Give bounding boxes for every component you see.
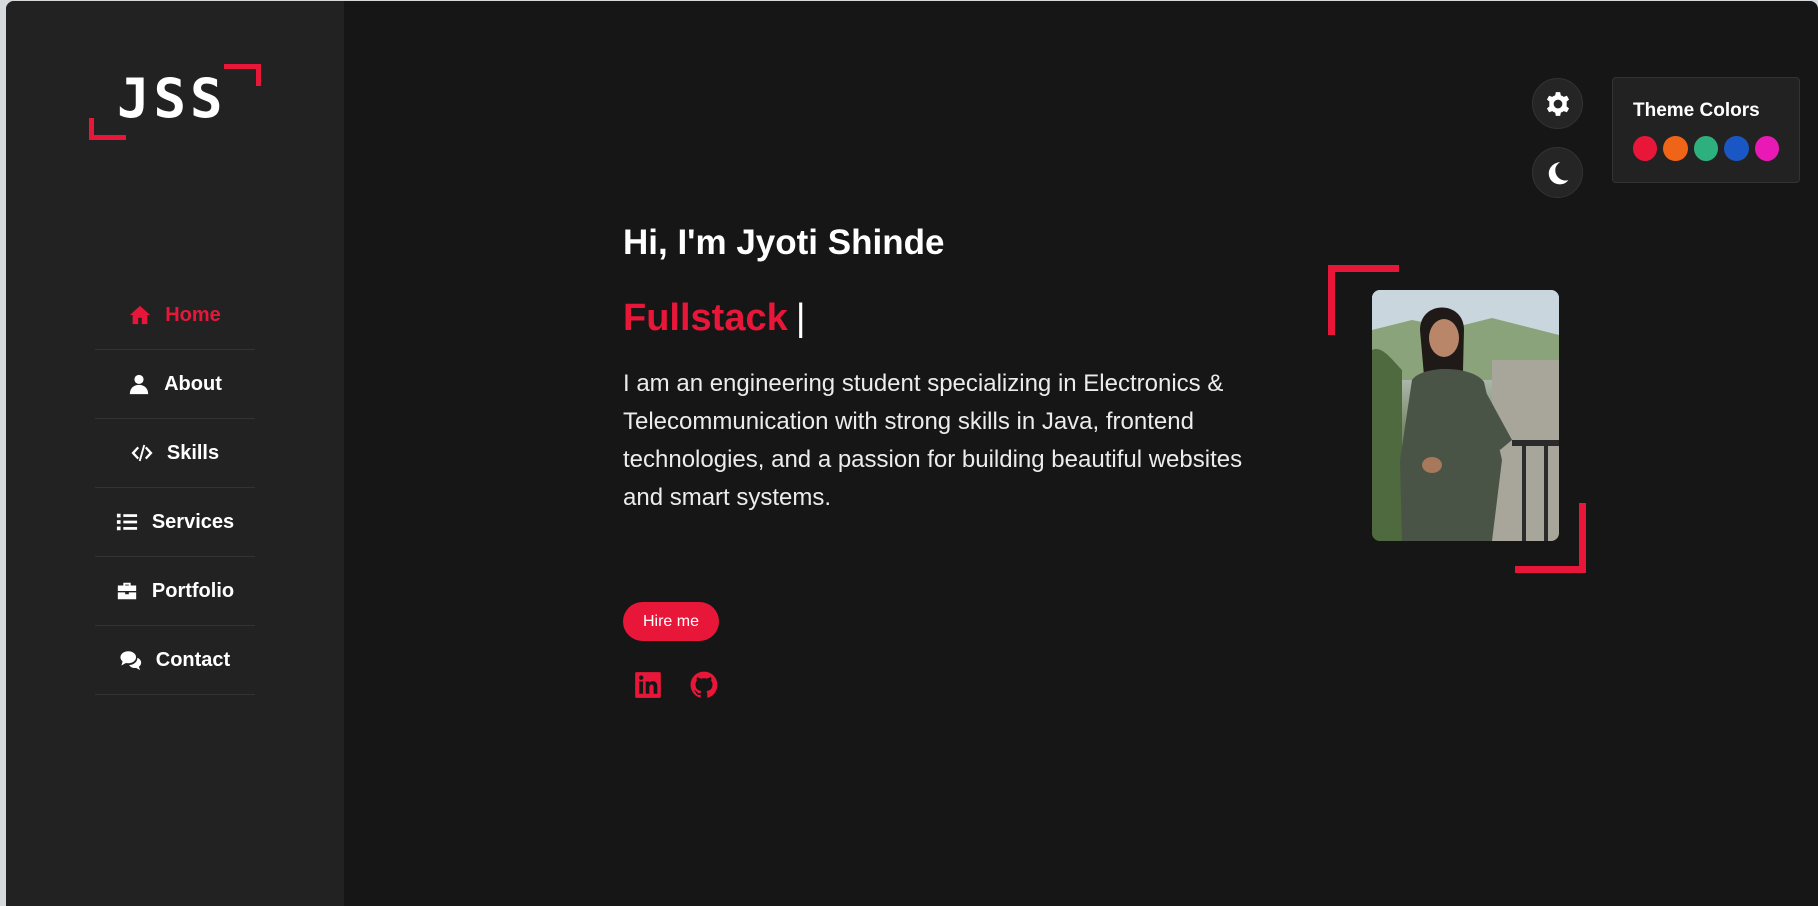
sidebar-item-label: About [164,372,222,395]
moon-icon [1548,161,1568,184]
profile-photo-illustration [1372,290,1559,541]
theme-colors-title: Theme Colors [1633,100,1760,121]
browser-viewport: JSS Home About Skills Services Portfolio [6,1,1818,906]
briefcase-icon [117,582,137,600]
gear-icon [1546,91,1569,116]
settings-button[interactable] [1532,78,1583,129]
linkedin-icon [635,672,661,698]
sidebar-item-home[interactable]: Home [95,281,255,350]
swatch-green[interactable] [1693,136,1719,161]
swatch-orange[interactable] [1663,136,1688,161]
github-link[interactable] [690,671,718,699]
hero-bio: I am an engineering student specializing… [623,370,1243,511]
social-links [634,671,718,699]
list-icon [116,513,137,531]
sidebar-item-label: Contact [155,648,231,671]
sidebar-item-label: Services [151,510,235,533]
sidebar-nav: Home About Skills Services Portfolio Con… [95,281,255,695]
hero-greeting: Hi, I'm Jyoti Shinde [623,223,945,262]
sidebar-item-services[interactable]: Services [95,488,255,557]
hero-role: Fullstack | [623,297,806,340]
sidebar-item-label: Home [165,303,221,326]
main-content: Hi, I'm Jyoti Shinde Fullstack | I am an … [344,1,1818,906]
github-icon [690,671,718,698]
profile-photo-frame [1328,265,1586,573]
theme-swatches [1633,136,1780,161]
swatch-pink[interactable] [1754,136,1780,161]
sidebar-item-label: Skills [166,441,220,464]
theme-colors-panel: Theme Colors [1612,77,1800,183]
comments-icon [120,651,141,671]
sidebar-item-about[interactable]: About [95,350,255,419]
sidebar-item-portfolio[interactable]: Portfolio [95,557,255,626]
logo[interactable]: JSS [89,64,261,140]
logo-corner-top-right [224,64,261,86]
sidebar-item-contact[interactable]: Contact [95,626,255,695]
user-icon [129,374,149,395]
sidebar-item-label: Portfolio [151,579,235,602]
typing-cursor: | [795,297,806,339]
sidebar-item-skills[interactable]: Skills [95,419,255,488]
swatch-red[interactable] [1633,136,1658,161]
hire-me-button[interactable]: Hire me [623,602,719,641]
home-icon [130,305,151,325]
profile-photo [1372,290,1559,541]
dark-mode-toggle[interactable] [1532,147,1583,198]
role-text: Fullstack [623,297,788,339]
swatch-blue[interactable] [1724,136,1749,161]
logo-text: JSS [117,67,227,130]
linkedin-link[interactable] [634,671,662,699]
sidebar: JSS Home About Skills Services Portfolio [6,1,344,906]
code-icon [131,444,153,462]
